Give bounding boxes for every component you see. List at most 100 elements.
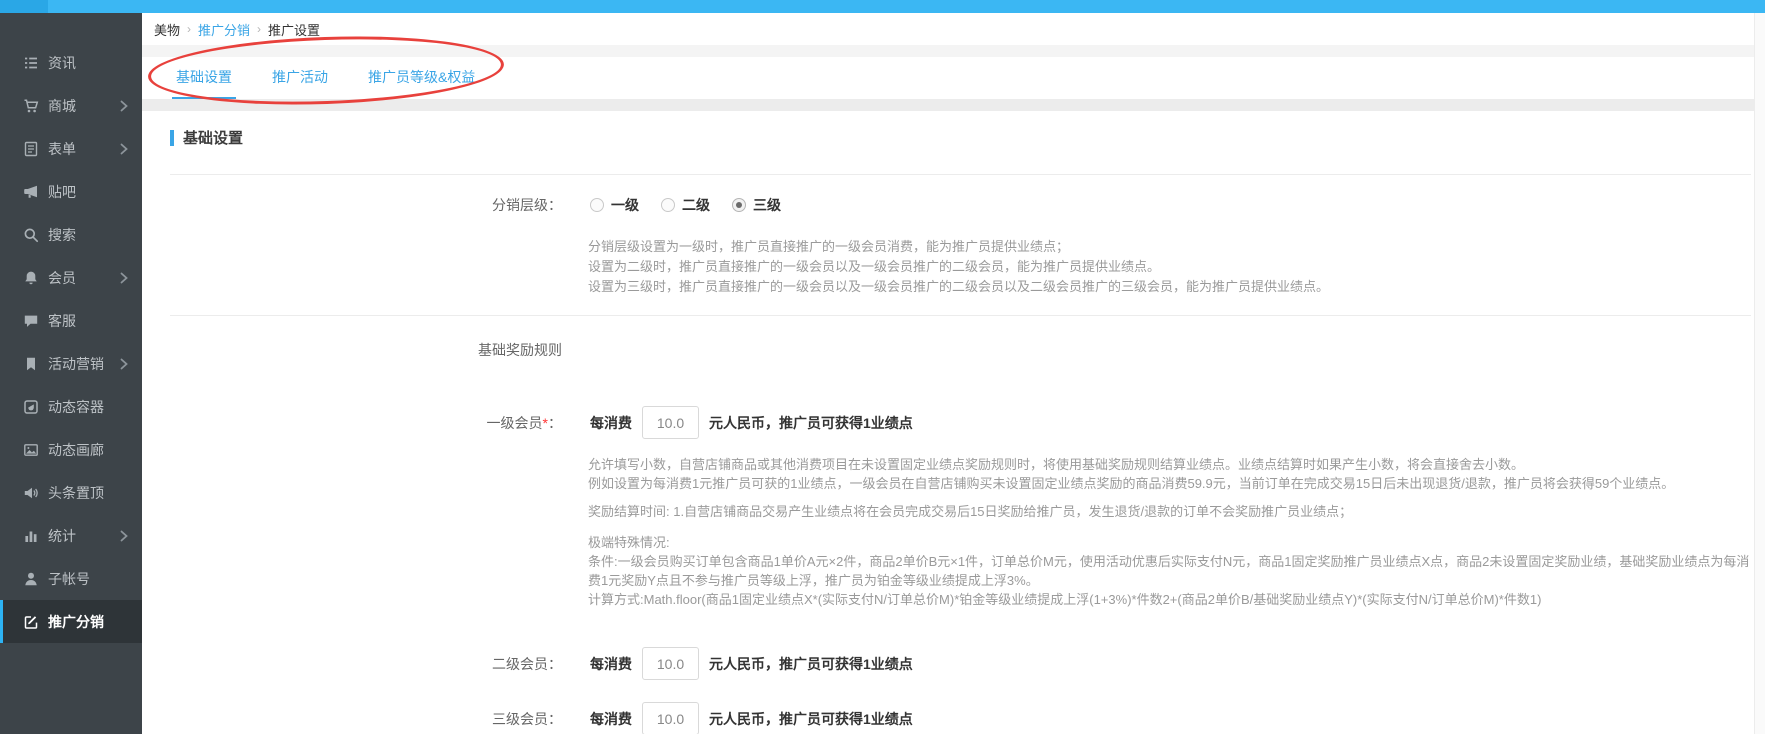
sidebar-item-label: 贴吧: [48, 182, 76, 202]
sidebar-item-news[interactable]: 资讯: [0, 41, 142, 84]
search-icon: [22, 226, 39, 243]
sidebar-item-gallery[interactable]: 动态画廊: [0, 428, 142, 471]
base-reward-rules-label: 基础奖励规则: [142, 340, 562, 360]
tab-promoter-level-rights[interactable]: 推广员等级&权益: [364, 57, 479, 99]
sidebar-item-activity[interactable]: 活动营销: [0, 342, 142, 385]
level2-member-row: 二级会员： 每消费 元人民币，推广员可获得1业绩点: [142, 647, 1765, 680]
radio-option-level1[interactable]: 一级: [590, 195, 639, 215]
level1-member-label: 一级会员*：: [142, 413, 562, 433]
bookmark-icon: [22, 355, 39, 372]
section-title-text: 基础设置: [183, 127, 243, 148]
container-icon: [22, 398, 39, 415]
tabs-bar: 基础设置 推广活动 推广员等级&权益: [142, 57, 1765, 99]
consume-prefix: 每消费: [590, 654, 632, 674]
consume-prefix: 每消费: [590, 709, 632, 729]
chevron-right-icon: [120, 100, 128, 112]
user-icon: [22, 570, 39, 587]
level3-amount-input[interactable]: [642, 702, 699, 734]
radio-icon[interactable]: [661, 198, 675, 212]
sidebar-item-label: 表单: [48, 139, 76, 159]
sidebar-item-label: 商城: [48, 96, 76, 116]
main-panel: 基础设置 分销层级： 一级 二级 三级 分销层级设置为一级时: [142, 111, 1765, 734]
help-line: 极端特殊情况:: [588, 533, 1758, 552]
tab-basic-settings[interactable]: 基础设置: [172, 57, 236, 99]
chevron-right-icon: [120, 143, 128, 155]
form-icon: [22, 140, 39, 157]
sidebar-item-label: 动态容器: [48, 397, 104, 417]
breadcrumb-separator: ›: [187, 22, 191, 36]
sidebar-item-label: 会员: [48, 268, 76, 288]
breadcrumb-item-home[interactable]: 美物: [154, 20, 180, 39]
sidebar-item-label: 统计: [48, 526, 76, 546]
news-icon: [22, 54, 39, 71]
tab-promotion-activity[interactable]: 推广活动: [268, 57, 332, 99]
sidebar-item-form[interactable]: 表单: [0, 127, 142, 170]
promotion-icon: [22, 613, 39, 630]
breadcrumb: 美物 › 推广分销 › 推广设置: [142, 13, 1765, 45]
breadcrumb-item-promotion[interactable]: 推广分销: [198, 20, 250, 39]
sidebar-item-tieba[interactable]: 贴吧: [0, 170, 142, 213]
level-desc-line: 设置为三级时，推广员直接推广的一级会员以及一级会员推广的二级会员以及二级会员推广…: [588, 277, 1765, 297]
top-bar-logo-area: [0, 0, 48, 13]
sidebar-item-subaccount[interactable]: 子帐号: [0, 557, 142, 600]
sidebar-item-label: 资讯: [48, 53, 76, 73]
level-description: 分销层级设置为一级时，推广员直接推广的一级会员消费，能为推广员提供业绩点； 设置…: [588, 237, 1765, 297]
sidebar-item-label: 子帐号: [48, 569, 90, 589]
section-title: 基础设置: [170, 127, 1765, 148]
divider: [170, 315, 1751, 316]
help-line: 奖励结算时间: 1.自营店铺商品交易产生业绩点将在会员完成交易后15日奖励给推广…: [588, 502, 1758, 521]
chevron-right-icon: [120, 530, 128, 542]
reward-suffix: 元人民币，推广员可获得1业绩点: [709, 709, 913, 729]
distribution-level-label: 分销层级：: [142, 195, 562, 215]
speaker-icon: [22, 484, 39, 501]
help-line: 例如设置为每消费1元推广员可获的1业绩点，一级会员在自营店铺购买未设置固定业绩点…: [588, 474, 1758, 493]
sidebar-item-stats[interactable]: 统计: [0, 514, 142, 557]
breadcrumb-separator: ›: [257, 22, 261, 36]
bar-chart-icon: [22, 527, 39, 544]
radio-option-level2[interactable]: 二级: [661, 195, 710, 215]
level2-amount-input[interactable]: [642, 647, 699, 680]
level1-amount-input[interactable]: [642, 406, 699, 439]
sidebar-item-label: 推广分销: [48, 612, 104, 632]
sidebar-item-promotion[interactable]: 推广分销: [0, 600, 142, 643]
separator-band: [142, 45, 1765, 57]
reward-suffix: 元人民币，推广员可获得1业绩点: [709, 413, 913, 433]
level3-member-label: 三级会员：: [142, 709, 562, 729]
breadcrumb-item-current: 推广设置: [268, 20, 320, 39]
level1-help-text: 允许填写小数，自营店铺商品或其他消费项目在未设置固定业绩点奖励规则时，将使用基础…: [588, 455, 1758, 609]
vertical-scrollbar[interactable]: [1754, 13, 1765, 734]
sidebar-item-headline[interactable]: 头条置顶: [0, 471, 142, 514]
mall-icon: [22, 97, 39, 114]
radio-option-level3[interactable]: 三级: [732, 195, 781, 215]
megaphone-icon: [22, 183, 39, 200]
separator-band: [142, 99, 1765, 111]
radio-icon-checked[interactable]: [732, 198, 746, 212]
sidebar-item-container[interactable]: 动态容器: [0, 385, 142, 428]
sidebar-item-service[interactable]: 客服: [0, 299, 142, 342]
level3-member-row: 三级会员： 每消费 元人民币，推广员可获得1业绩点: [142, 702, 1765, 734]
reward-suffix: 元人民币，推广员可获得1业绩点: [709, 654, 913, 674]
level1-member-row: 一级会员*： 每消费 元人民币，推广员可获得1业绩点: [142, 406, 1765, 439]
help-line: 计算方式:Math.floor(商品1固定业绩点X*(实际支付N/订单总价M)*…: [588, 590, 1758, 609]
sidebar-item-label: 客服: [48, 311, 76, 331]
sidebar-item-search[interactable]: 搜索: [0, 213, 142, 256]
chevron-right-icon: [120, 272, 128, 284]
consume-prefix: 每消费: [590, 413, 632, 433]
content-area: 美物 › 推广分销 › 推广设置 基础设置 推广活动 推广员等级&权益 基础设置…: [142, 13, 1765, 734]
sidebar-item-mall[interactable]: 商城: [0, 84, 142, 127]
sidebar-item-label: 搜索: [48, 225, 76, 245]
bell-icon: [22, 269, 39, 286]
level-desc-line: 分销层级设置为一级时，推广员直接推广的一级会员消费，能为推广员提供业绩点；: [588, 237, 1765, 257]
sidebar-item-label: 动态画廊: [48, 440, 104, 460]
divider: [170, 174, 1751, 175]
base-reward-rules-row: 基础奖励规则: [142, 340, 1765, 360]
chevron-right-icon: [120, 358, 128, 370]
sidebar-item-label: 头条置顶: [48, 483, 104, 503]
level2-member-label: 二级会员：: [142, 654, 562, 674]
radio-icon[interactable]: [590, 198, 604, 212]
help-line: 允许填写小数，自营店铺商品或其他消费项目在未设置固定业绩点奖励规则时，将使用基础…: [588, 455, 1758, 474]
section-title-accent-bar: [170, 130, 174, 146]
help-line: 条件:一级会员购买订单包含商品1单价A元×2件，商品2单价B元×1件，订单总价M…: [588, 552, 1758, 590]
distribution-level-row: 分销层级： 一级 二级 三级: [142, 195, 1765, 215]
sidebar-item-member[interactable]: 会员: [0, 256, 142, 299]
